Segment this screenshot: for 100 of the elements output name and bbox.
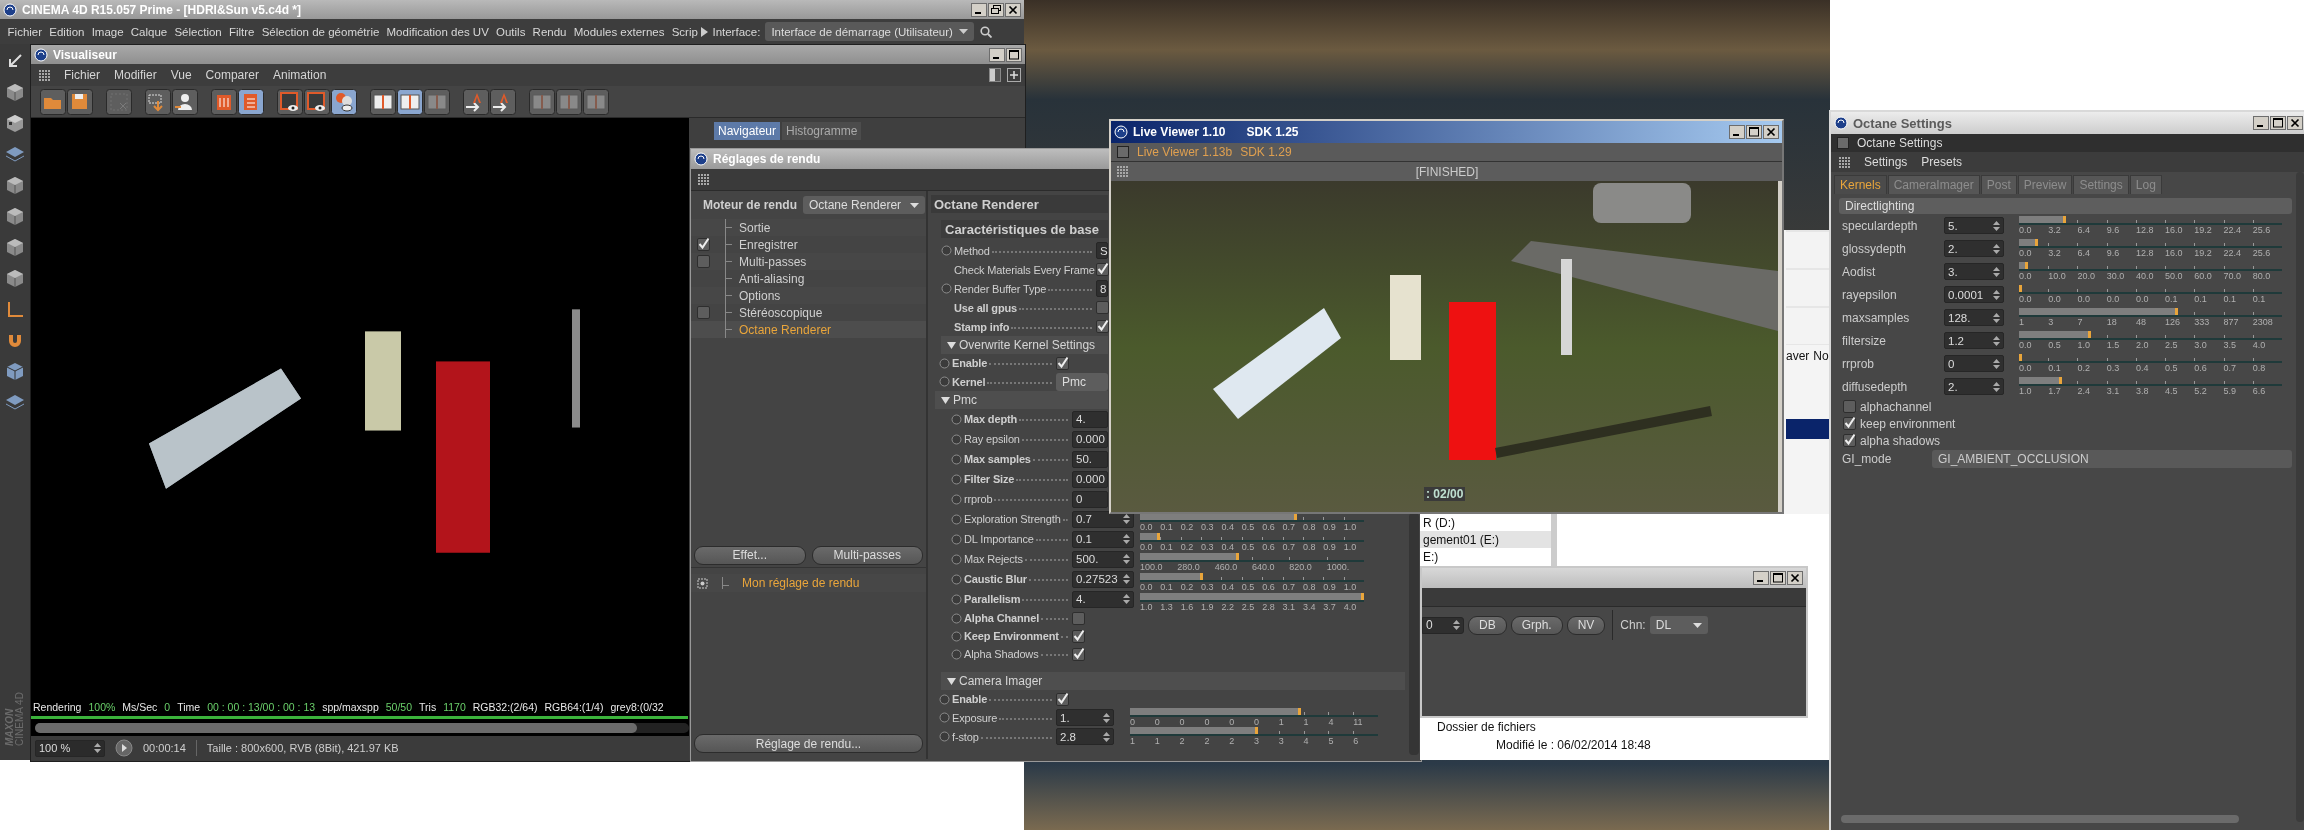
plus-icon[interactable] <box>1007 68 1021 82</box>
spinner-icon[interactable] <box>1123 573 1130 585</box>
arrow-right-icon[interactable] <box>463 88 489 115</box>
circle-icon[interactable] <box>939 357 950 369</box>
split-frame-icon[interactable] <box>370 88 396 115</box>
renderer-dropdown[interactable]: Octane Renderer <box>803 196 925 214</box>
menu-item[interactable]: Edition <box>45 25 89 38</box>
number-field[interactable]: 2. <box>1944 240 2004 257</box>
minimize-button[interactable] <box>1753 571 1769 585</box>
spinner-icon[interactable] <box>1993 334 2000 347</box>
circle-icon[interactable] <box>951 648 962 660</box>
interface-dropdown[interactable]: Interface de démarrage (Utilisateur) <box>765 22 974 41</box>
circle-icon[interactable] <box>939 712 950 723</box>
number-field[interactable]: 3. <box>1944 263 2004 280</box>
scrollbar[interactable] <box>1841 815 2239 823</box>
menu-item[interactable]: Rendu <box>529 25 571 38</box>
mode-dropdown[interactable]: GI_AMBIENT_OCCLUSION <box>1932 449 2292 468</box>
minimize-button[interactable] <box>971 2 987 17</box>
checkbox[interactable] <box>1096 301 1109 314</box>
scrollbar[interactable] <box>35 723 689 733</box>
number-field[interactable]: 4. <box>1072 410 1108 428</box>
menu-item[interactable]: Modifier <box>114 68 157 82</box>
spinner-icon[interactable] <box>1993 219 2000 232</box>
number-field[interactable]: 0.000 <box>1072 470 1108 488</box>
grip-icon[interactable] <box>698 174 709 185</box>
drive-item[interactable]: gement01 (E:) <box>1420 531 1551 548</box>
menu-item[interactable]: Modification des UV <box>382 25 493 38</box>
menu-item[interactable]: Outils <box>492 25 529 38</box>
tab[interactable]: Histogramme <box>782 122 862 140</box>
checkbox[interactable] <box>1843 417 1856 430</box>
circle-icon[interactable] <box>941 283 952 294</box>
frame-eye-icon[interactable] <box>277 88 303 115</box>
spinner-icon[interactable] <box>1123 513 1130 525</box>
tab[interactable]: Kernels <box>1834 175 1887 194</box>
circle-icon[interactable] <box>939 376 950 387</box>
close-button[interactable] <box>1763 125 1779 139</box>
number-field[interactable]: 0.7 <box>1072 510 1134 528</box>
number-field[interactable]: S <box>1096 242 1108 259</box>
button[interactable]: Effet... <box>694 545 806 565</box>
render-settings-button[interactable]: Réglage de rendu... <box>694 734 923 753</box>
spinner-icon[interactable] <box>94 742 101 754</box>
close-button[interactable] <box>1005 2 1021 17</box>
spinner-icon[interactable] <box>1103 730 1110 743</box>
kernel-dropdown[interactable]: Pmc <box>1056 372 1108 391</box>
section-header[interactable]: Directlighting <box>1839 198 2292 214</box>
circle-icon[interactable] <box>951 553 962 565</box>
arrow-right-icon[interactable] <box>490 88 516 115</box>
pages-icon[interactable] <box>238 88 264 115</box>
split-frame-icon[interactable] <box>397 88 423 115</box>
number-field[interactable]: 2. <box>1944 378 2004 395</box>
checkbox[interactable] <box>697 238 710 251</box>
spinner-icon[interactable] <box>1123 533 1130 545</box>
close-button[interactable] <box>1787 571 1803 585</box>
menu-item[interactable]: Settings <box>1864 155 1908 169</box>
frame-eye-icon[interactable] <box>304 88 330 115</box>
maximize-button[interactable] <box>1006 47 1022 62</box>
circle-icon[interactable] <box>951 573 962 585</box>
button[interactable]: NV <box>1566 615 1606 635</box>
checkbox[interactable] <box>1072 647 1085 661</box>
section-header[interactable]: Caractéristiques de base <box>941 220 1108 238</box>
circle-icon[interactable] <box>951 593 962 605</box>
tab[interactable]: Navigateur <box>714 122 781 140</box>
checkbox[interactable] <box>1072 611 1085 625</box>
spinner-icon[interactable] <box>1993 311 2000 324</box>
checkbox[interactable] <box>1096 320 1109 333</box>
circle-icon[interactable] <box>939 693 950 705</box>
circle-icon[interactable] <box>951 433 962 445</box>
minimize-button[interactable] <box>989 47 1005 62</box>
channel-dropdown[interactable]: DL <box>1649 616 1708 634</box>
search-icon[interactable] <box>979 25 992 38</box>
minimize-button[interactable] <box>1729 125 1745 139</box>
circle-icon[interactable] <box>951 413 962 425</box>
menu-item[interactable]: Comparer <box>205 68 259 82</box>
checkbox[interactable] <box>1096 263 1109 276</box>
button[interactable]: Grph. <box>1510 615 1563 635</box>
menu-item[interactable]: Fichier <box>4 25 46 38</box>
spinner-icon[interactable] <box>1993 380 2000 393</box>
number-field[interactable]: 1. <box>1056 709 1114 726</box>
number-field[interactable]: 5. <box>1944 217 2004 234</box>
circle-icon[interactable] <box>951 513 962 525</box>
spinner-icon[interactable] <box>1453 619 1460 631</box>
drive-item[interactable]: R (D:) <box>1420 514 1551 531</box>
circle-icon[interactable] <box>951 533 962 545</box>
spinner-icon[interactable] <box>1993 242 2000 255</box>
circle-icon[interactable] <box>951 493 962 505</box>
slider[interactable] <box>2019 216 2282 225</box>
number-field[interactable]: 500. <box>1072 550 1134 568</box>
checkbox[interactable] <box>697 306 710 319</box>
menu-item[interactable]: Modules externes <box>570 25 669 38</box>
circle-icon[interactable] <box>939 731 950 742</box>
maximize-button[interactable] <box>1746 125 1762 139</box>
maximize-button[interactable] <box>1770 571 1786 585</box>
restore-button[interactable] <box>988 2 1004 17</box>
slider[interactable] <box>2019 308 2282 317</box>
button[interactable]: DB <box>1468 615 1507 635</box>
number-field[interactable]: 0.000 <box>1072 430 1108 448</box>
group-header[interactable]: Camera Imager <box>941 672 1405 690</box>
checkbox[interactable] <box>697 255 710 268</box>
menu-item[interactable]: Animation <box>272 68 327 82</box>
number-field[interactable]: 128. <box>1944 309 2004 326</box>
